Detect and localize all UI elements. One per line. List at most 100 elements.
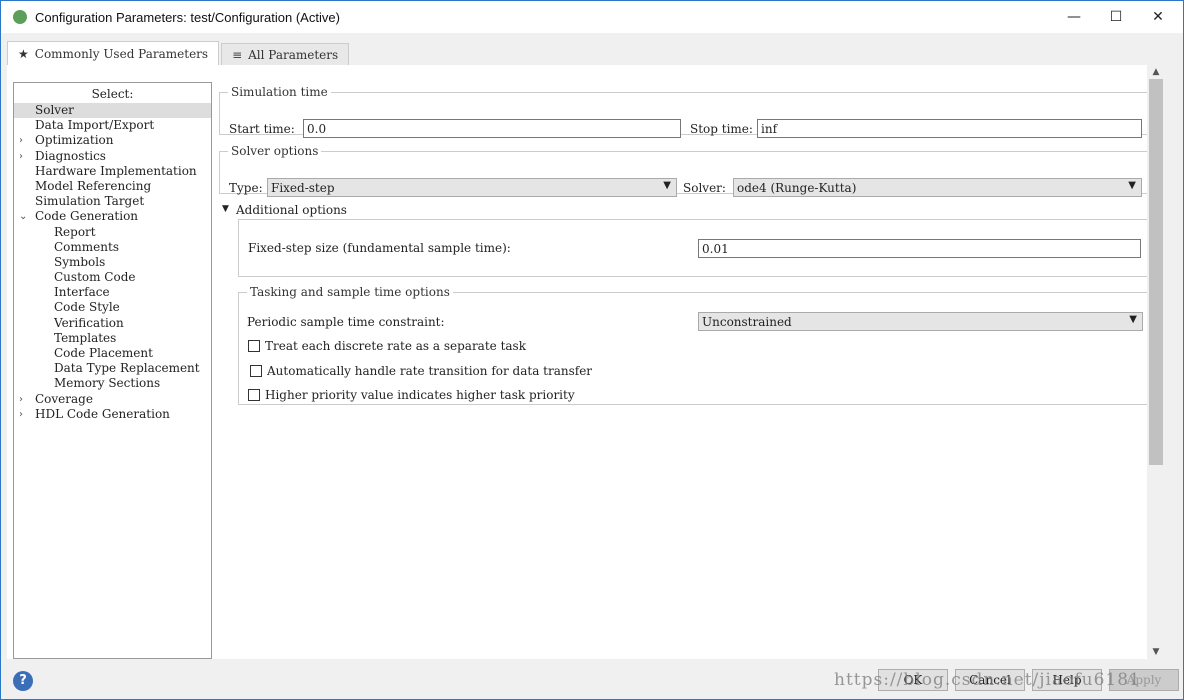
sidebar-item-label: Comments [54, 239, 119, 254]
checkbox-label: Automatically handle rate transition for… [267, 364, 593, 378]
sidebar-item-hardware-implementation[interactable]: Hardware Implementation [14, 164, 211, 179]
sidebar-item-label: Verification [54, 315, 124, 330]
checkbox-box[interactable] [248, 340, 260, 352]
sidebar-item-label: Code Style [54, 300, 120, 315]
select-value: ode4 (Runge-Kutta) [737, 181, 857, 195]
sidebar-item-symbols[interactable]: Symbols [14, 255, 211, 270]
sidebar-item-memory-sections[interactable]: Memory Sections [14, 376, 211, 391]
solver-label: Solver: [683, 181, 726, 195]
dropdown-arrow-icon: ▼ [1129, 314, 1137, 325]
sidebar-item-data-import-export[interactable]: Data Import/Export [14, 118, 211, 133]
vertical-scrollbar[interactable]: ▲ ▼ [1147, 65, 1165, 659]
sidebar-item-model-referencing[interactable]: Model Referencing [14, 179, 211, 194]
sidebar-item-label: Data Type Replacement [54, 361, 200, 376]
sidebar-item-label: Code Placement [54, 346, 153, 360]
checkbox-box[interactable] [250, 365, 262, 377]
sidebar-item-label: Data Import/Export [35, 118, 155, 133]
sidebar-item-comments[interactable]: Comments [14, 240, 211, 255]
chevron-right-icon[interactable]: › [19, 392, 23, 407]
apply-button[interactable]: Apply [1109, 669, 1179, 691]
sidebar-item-optimization[interactable]: › Optimization [14, 133, 211, 148]
close-button[interactable]: ✕ [1135, 1, 1181, 33]
fixed-step-input[interactable]: 0.01 [698, 239, 1141, 258]
group-legend: Solver options [231, 144, 319, 158]
sidebar-item-diagnostics[interactable]: › Diagnostics [14, 149, 211, 164]
rate-transition-checkbox[interactable]: Automatically handle rate transition for… [250, 364, 592, 378]
tab-all-parameters[interactable]: ≡ All Parameters [221, 43, 350, 65]
fixed-step-label: Fixed-step size (fundamental sample time… [248, 241, 511, 255]
solver-options-group: Solver options Type: Fixed-step ▼ Solver:… [219, 144, 1151, 197]
sidebar-item-label: Model Referencing [35, 178, 152, 193]
sidebar-item-label: Templates [54, 330, 117, 345]
group-legend: Tasking and sample time options [250, 285, 450, 299]
sidebar-item-hdl-code-generation[interactable]: › HDL Code Generation [14, 407, 211, 422]
scrollbar-thumb[interactable] [1149, 79, 1163, 465]
start-time-input[interactable]: 0.0 [303, 119, 681, 138]
separate-task-checkbox[interactable]: Treat each discrete rate as a separate t… [248, 339, 526, 353]
scroll-up-icon[interactable]: ▲ [1147, 67, 1165, 77]
sidebar-item-data-type-replacement[interactable]: Data Type Replacement [14, 361, 211, 376]
simulink-logo-icon [13, 10, 27, 24]
sidebar-item-label: Memory Sections [54, 376, 161, 391]
chevron-right-icon[interactable]: › [19, 133, 23, 148]
start-time-label: Start time: [229, 122, 295, 136]
additional-options-toggle[interactable]: Additional options [236, 203, 347, 217]
sidebar-item-report[interactable]: Report [14, 225, 211, 240]
sidebar-item-code-style[interactable]: Code Style [14, 300, 211, 315]
scroll-down-icon[interactable]: ▼ [1147, 647, 1165, 657]
tab-label: Commonly Used Parameters [34, 46, 209, 61]
sidebar-item-label: HDL Code Generation [35, 406, 170, 421]
list-icon: ≡ [232, 47, 243, 62]
chevron-right-icon[interactable]: › [19, 407, 23, 422]
sidebar-item-code-generation[interactable]: ⌄ Code Generation [14, 209, 211, 224]
help-button[interactable]: Help [1032, 669, 1102, 691]
sidebar-item-coverage[interactable]: › Coverage [14, 392, 211, 407]
sidebar-item-solver[interactable]: Solver [14, 103, 211, 119]
tab-label: All Parameters [248, 47, 339, 62]
sidebar-item-label: Optimization [35, 133, 114, 148]
maximize-button[interactable]: ☐ [1093, 1, 1139, 33]
group-legend: Simulation time [231, 85, 328, 99]
select-value: Unconstrained [702, 315, 792, 329]
stop-time-label: Stop time: [690, 122, 753, 136]
constraint-label: Periodic sample time constraint: [247, 315, 445, 329]
select-value: Fixed-step [271, 181, 335, 195]
select-header: Select: [91, 87, 134, 101]
sidebar-item-custom-code[interactable]: Custom Code [14, 270, 211, 285]
category-tree: Select: Solver Data Import/Export › Optimiz… [13, 82, 212, 659]
sidebar-item-label: Custom Code [54, 270, 136, 285]
stop-time-input[interactable]: inf [757, 119, 1142, 138]
solver-select[interactable]: ode4 (Runge-Kutta) ▼ [733, 178, 1142, 197]
ok-button[interactable]: OK [878, 669, 948, 691]
chevron-down-icon[interactable]: ⌄ [19, 209, 27, 224]
title-bar: Configuration Parameters: test/Configura… [1, 1, 1183, 33]
tab-commonly-used[interactable]: ★ Commonly Used Parameters [7, 41, 220, 65]
type-select[interactable]: Fixed-step ▼ [267, 178, 677, 197]
sidebar-item-code-placement[interactable]: Code Placement [14, 346, 211, 361]
cancel-button[interactable]: Cancel [955, 669, 1025, 691]
window-title: Configuration Parameters: test/Configura… [35, 9, 340, 25]
sidebar-item-label: Diagnostics [35, 148, 106, 163]
sidebar-item-simulation-target[interactable]: Simulation Target [14, 194, 211, 209]
chevron-right-icon[interactable]: › [19, 149, 23, 164]
checkbox-box[interactable] [248, 389, 260, 401]
type-label: Type: [229, 181, 263, 195]
config-dialog: Configuration Parameters: test/Configura… [0, 0, 1184, 700]
help-icon[interactable]: ? [13, 671, 33, 691]
priority-checkbox[interactable]: Higher priority value indicates higher t… [248, 388, 575, 402]
star-icon: ★ [18, 46, 29, 61]
sidebar-item-interface[interactable]: Interface [14, 285, 211, 300]
sidebar-item-label: Symbols [54, 254, 106, 269]
constraint-select[interactable]: Unconstrained ▼ [698, 312, 1143, 331]
checkbox-label: Higher priority value indicates higher t… [265, 388, 575, 402]
sidebar-item-label: Interface [54, 285, 110, 300]
sidebar-item-verification[interactable]: Verification [14, 316, 211, 331]
sidebar-item-label: Report [54, 224, 96, 239]
sidebar-item-label: Solver [35, 103, 74, 117]
expand-triangle-icon[interactable]: ▼ [222, 204, 229, 214]
dropdown-arrow-icon: ▼ [663, 180, 671, 191]
minimize-button[interactable]: — [1051, 1, 1097, 33]
checkbox-label: Treat each discrete rate as a separate t… [265, 339, 526, 353]
sidebar-item-templates[interactable]: Templates [14, 331, 211, 346]
sidebar-item-label: Coverage [35, 391, 93, 406]
